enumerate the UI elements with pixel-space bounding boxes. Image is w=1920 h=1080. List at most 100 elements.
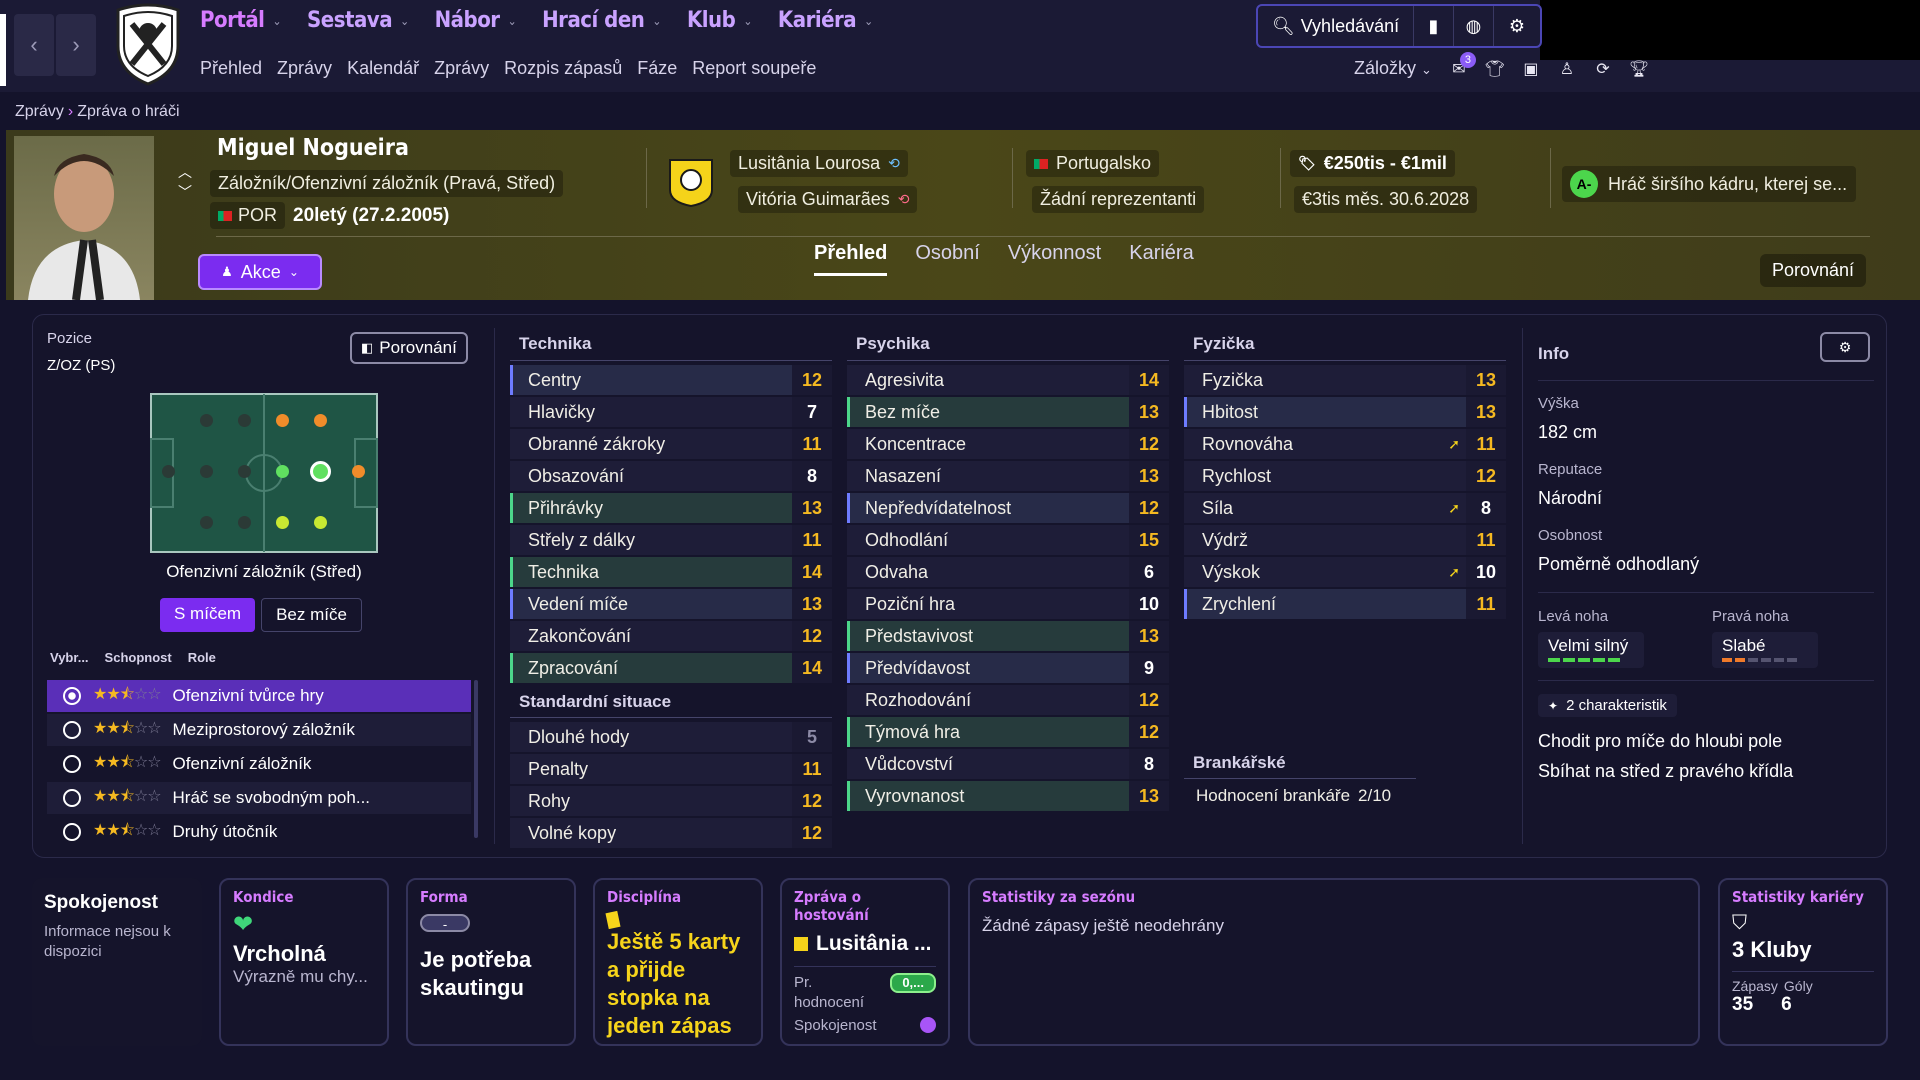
globe-button[interactable]: ◍ xyxy=(1454,6,1494,46)
radio-button[interactable] xyxy=(63,687,81,705)
pitch-position-dot[interactable] xyxy=(200,465,213,478)
card-disciplina[interactable]: Disciplína Ještě 5 karty a přijde stopka… xyxy=(593,878,763,1046)
radio-button[interactable] xyxy=(63,823,81,841)
subnav-report[interactable]: Report soupeře xyxy=(692,58,816,79)
action-button[interactable]: ♟ Akce ⌄ xyxy=(198,254,322,290)
pitch-position-dot[interactable] xyxy=(238,516,251,529)
position-compare-button[interactable]: ◧ Porovnání xyxy=(350,332,468,364)
subnav-kalendar[interactable]: Kalendář xyxy=(347,58,419,79)
attribute-row[interactable]: Předvídavost 9 xyxy=(847,653,1169,683)
attribute-row[interactable]: Zakončování 12 xyxy=(510,621,832,651)
attribute-row[interactable]: Vůdcovství 8 xyxy=(847,749,1169,779)
nav-hraci-den[interactable]: Hrací den ⌄ xyxy=(542,8,661,33)
attribute-row[interactable]: Zpracování 14 xyxy=(510,653,832,683)
subnav-zpravy[interactable]: Zprávy xyxy=(277,58,332,79)
back-button[interactable]: ‹ xyxy=(14,14,54,76)
attribute-row[interactable]: Střely z dálky 11 xyxy=(510,525,832,555)
chevron-up-icon[interactable]: ︿ xyxy=(178,162,192,182)
attribute-row[interactable]: Volné kopy 12 xyxy=(510,818,832,848)
nav-sestava[interactable]: Sestava ⌄ xyxy=(307,8,409,33)
bookmarks-dropdown[interactable]: Záložky ⌄ xyxy=(1354,58,1432,79)
attribute-row[interactable]: Výdrž 11 xyxy=(1184,525,1506,555)
attribute-row[interactable]: Odvaha 6 xyxy=(847,557,1169,587)
search-button[interactable]: 🔍︎ Vyhledávání xyxy=(1258,6,1414,46)
card-career-stats[interactable]: Statistiky kariéry ⛉ 3 Kluby Zápasy Góly … xyxy=(1718,878,1888,1046)
attribute-row[interactable]: Vyrovnanost 13 xyxy=(847,781,1169,811)
role-row[interactable]: ★★⯪☆☆ Ofenzivní záložník xyxy=(47,748,471,780)
role-list-scrollbar[interactable] xyxy=(474,680,478,838)
attribute-row[interactable]: Bez míče 13 xyxy=(847,397,1169,427)
toggle-without-ball[interactable]: Bez míče xyxy=(261,598,362,632)
radio-button[interactable] xyxy=(63,789,81,807)
role-row[interactable]: ★★⯪☆☆ Druhý útočník xyxy=(47,816,471,848)
card-loan-report[interactable]: Zpráva o hostování Lusitânia ... Pr. hod… xyxy=(780,878,950,1046)
attribute-row[interactable]: Hbitost 13 xyxy=(1184,397,1506,427)
header-ability[interactable]: Schopnost xyxy=(105,650,172,665)
toggle-with-ball[interactable]: S míčem xyxy=(160,598,256,632)
attribute-row[interactable]: Agresivita 14 xyxy=(847,365,1169,395)
card-spokojenost[interactable]: Spokojenost Informace nejsou k dispozici xyxy=(32,878,202,1046)
attribute-row[interactable]: Výskok ➚ 10 xyxy=(1184,557,1506,587)
header-role[interactable]: Role xyxy=(188,650,216,665)
radio-button[interactable] xyxy=(63,721,81,739)
club-badge-icon[interactable] xyxy=(664,156,718,208)
shirt-icon[interactable]: 👕︎ xyxy=(1485,60,1505,78)
attribute-row[interactable]: Centry 12 xyxy=(510,365,832,395)
card-forma[interactable]: Forma - Je potřeba skautingu xyxy=(406,878,576,1046)
squad-status-chip[interactable]: A- Hráč širšího kádru, kterej se... xyxy=(1562,166,1856,202)
attribute-row[interactable]: Představivost 13 xyxy=(847,621,1169,651)
attribute-row[interactable]: Rychlost 12 xyxy=(1184,461,1506,491)
pitch-position-dot[interactable] xyxy=(276,516,289,529)
pitch-position-dot[interactable] xyxy=(200,516,213,529)
role-row[interactable]: ★★⯪☆☆ Ofenzivní tvůrce hry xyxy=(47,680,471,712)
role-row[interactable]: ★★⯪☆☆ Hráč se svobodným poh... xyxy=(47,782,471,814)
attribute-row[interactable]: Technika 14 xyxy=(510,557,832,587)
nav-kariera[interactable]: Kariéra ⌄ xyxy=(778,8,873,33)
attribute-row[interactable]: Zrychlení 11 xyxy=(1184,589,1506,619)
club-crest-icon[interactable] xyxy=(108,2,188,86)
settings-button[interactable]: ⚙ xyxy=(1494,6,1540,46)
pitch-position-dot[interactable] xyxy=(276,465,289,478)
role-row[interactable]: ★★⯪☆☆ Meziprostorový záložník xyxy=(47,714,471,746)
info-settings-button[interactable]: ⚙ xyxy=(1820,332,1870,362)
inbox-icon[interactable]: ✉ 3 xyxy=(1450,51,1476,78)
chevron-down-icon[interactable]: ﹀ xyxy=(178,182,192,202)
attribute-row[interactable]: Rovnováha ➚ 11 xyxy=(1184,429,1506,459)
club-chip[interactable]: Lusitânia Lourosa ⟲ xyxy=(730,150,908,177)
forward-button[interactable]: › xyxy=(56,14,96,76)
tab-vykonnost[interactable]: Výkonnost xyxy=(1008,242,1101,276)
tab-osobni[interactable]: Osobní xyxy=(915,242,979,276)
bookmark-button[interactable]: ▮ xyxy=(1414,6,1454,46)
card-season-stats[interactable]: Statistiky za sezónu Žádné zápasy ještě … xyxy=(968,878,1700,1046)
header-selected[interactable]: Vybr... xyxy=(50,650,89,665)
attribute-row[interactable]: Odhodlání 15 xyxy=(847,525,1169,555)
pitch-position-dot[interactable] xyxy=(162,465,175,478)
subnav-prehled[interactable]: Přehled xyxy=(200,58,262,79)
pitch-position-dot[interactable] xyxy=(352,465,365,478)
radio-button[interactable] xyxy=(63,755,81,773)
attribute-row[interactable]: Nasazení 13 xyxy=(847,461,1169,491)
pitch-position-dot[interactable] xyxy=(276,414,289,427)
player-switcher[interactable]: ︿ ﹀ xyxy=(178,162,192,202)
pitch-diagram[interactable] xyxy=(150,393,378,553)
attribute-row[interactable]: Síla ➚ 8 xyxy=(1184,493,1506,523)
pitch-selected-position[interactable] xyxy=(310,461,331,482)
attribute-row[interactable]: Rozhodování 12 xyxy=(847,685,1169,715)
attribute-row[interactable]: Fyzička 13 xyxy=(1184,365,1506,395)
attribute-row[interactable]: Dlouhé hody 5 xyxy=(510,722,832,752)
pitch-position-dot[interactable] xyxy=(238,414,251,427)
pitch-position-dot[interactable] xyxy=(200,414,213,427)
attribute-row[interactable]: Poziční hra 10 xyxy=(847,589,1169,619)
value-chip[interactable]: 🏷︎ €250tis - €1mil xyxy=(1290,150,1455,177)
contract-chip[interactable]: €3tis měs. 30.6.2028 xyxy=(1294,186,1478,213)
compare-button[interactable]: Porovnání xyxy=(1760,254,1867,287)
nav-nabor[interactable]: Nábor ⌄ xyxy=(435,8,517,33)
nav-portal[interactable]: Portál ⌄ xyxy=(200,8,281,33)
attribute-row[interactable]: Penalty 11 xyxy=(510,754,832,784)
attribute-row[interactable]: Týmová hra 12 xyxy=(847,717,1169,747)
parent-club-chip[interactable]: Vitória Guimarães ⟲ xyxy=(738,186,918,213)
nationality-chip[interactable]: POR xyxy=(210,202,286,229)
subnav-rozpis[interactable]: Rozpis zápasů xyxy=(504,58,622,79)
tab-kariera[interactable]: Kariéra xyxy=(1129,242,1193,276)
card-kondice[interactable]: Kondice ❤ Vrcholná Výrazně mu chy... xyxy=(219,878,389,1046)
